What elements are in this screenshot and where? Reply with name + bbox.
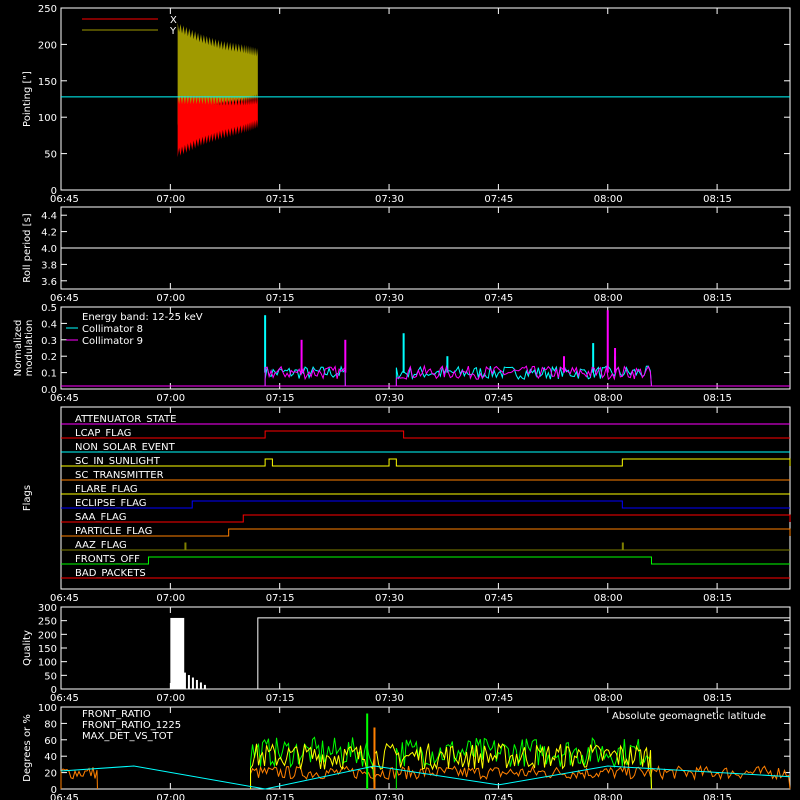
y-tick-label: 250 (38, 617, 57, 628)
y-tick-label: 0.3 (41, 336, 57, 347)
x-tick-label: 08:00 (594, 393, 623, 404)
x-tick-label: 07:30 (375, 793, 404, 800)
x-tick-label: 08:00 (594, 194, 623, 205)
flag-label: FLARE_FLAG (75, 484, 138, 495)
legend-label: X (170, 15, 177, 26)
y-tick-label: 4.2 (41, 228, 57, 239)
x-tick-label: 08:00 (594, 693, 623, 704)
x-tick-label: 07:30 (375, 293, 404, 304)
x-tick-label: 08:15 (703, 393, 732, 404)
y-tick-label: 0.2 (41, 352, 57, 363)
flag-label: FRONTS_OFF (75, 554, 140, 565)
y-tick-label: 0.1 (41, 369, 57, 380)
legend-label: MAX_DET_VS_TOT (82, 731, 174, 742)
x-tick-label: 07:30 (375, 194, 404, 205)
y-tick-label: 150 (38, 644, 57, 655)
y-tick-label: 0 (51, 186, 57, 197)
y-axis-label: Roll period [s] (22, 213, 33, 282)
legend-label: Collimator 9 (82, 336, 143, 347)
y-tick-label: 200 (38, 40, 57, 51)
x-tick-label: 07:30 (375, 693, 404, 704)
y-tick-label: 40 (44, 752, 57, 763)
y-tick-label: 150 (38, 77, 57, 88)
x-tick-label: 08:00 (594, 793, 623, 800)
x-tick-label: 07:45 (484, 293, 513, 304)
legend-label: FRONT_RATIO (82, 709, 151, 720)
y-axis-label: Normalized (13, 320, 24, 377)
x-tick-label: 08:00 (594, 293, 623, 304)
y-axis-label: Flags (22, 485, 33, 511)
y-tick-label: 20 (44, 769, 57, 780)
y-tick-label: 50 (44, 671, 57, 682)
y-tick-label: 0.5 (41, 303, 57, 314)
x-tick-label: 07:00 (156, 393, 185, 404)
y-tick-label: 0.4 (41, 319, 57, 330)
x-tick-label: 07:45 (484, 693, 513, 704)
y-tick-label: 250 (38, 4, 57, 15)
flag-label: LCAP_FLAG (75, 428, 131, 439)
y-tick-label: 0.0 (41, 385, 57, 396)
x-tick-label: 07:15 (266, 293, 295, 304)
flag-label: NON_SOLAR_EVENT (75, 442, 176, 453)
flag-label: AAZ_FLAG (75, 540, 127, 551)
y-tick-label: 80 (44, 719, 57, 730)
legend-label: Collimator 8 (82, 324, 143, 335)
x-tick-label: 07:45 (484, 393, 513, 404)
x-tick-label: 07:45 (484, 593, 513, 604)
y-tick-label: 3.6 (41, 277, 57, 288)
x-tick-label: 08:15 (703, 293, 732, 304)
x-tick-label: 07:45 (484, 793, 513, 800)
flag-label: SC_TRANSMITTER (75, 470, 164, 481)
x-tick-label: 07:00 (156, 793, 185, 800)
flag-label: BAD_PACKETS (75, 568, 146, 579)
y-tick-label: 100 (38, 658, 57, 669)
flag-label: PARTICLE_FLAG (75, 526, 152, 537)
x-tick-label: 08:00 (594, 593, 623, 604)
annotation: Absolute geomagnetic latitude (612, 711, 766, 722)
flag-label: ECLIPSE_FLAG (75, 498, 146, 509)
figure: 06:45 07:00 07:15 07:30 07:45 08:00 08:1505010… (0, 0, 800, 800)
y-axis-label: Degrees or % (22, 714, 33, 782)
x-tick-label: 07:15 (266, 194, 295, 205)
x-tick-label: 08:15 (703, 194, 732, 205)
legend-label: FRONT_RATIO_1225 (82, 720, 181, 731)
flag-label: SAA_FLAG (75, 512, 126, 523)
y-tick-label: 100 (38, 703, 57, 714)
x-tick-label: 08:15 (703, 593, 732, 604)
x-tick-label: 07:00 (156, 593, 185, 604)
legend-title: Energy band: 12-25 keV (82, 312, 203, 323)
y-axis-label: modulation (24, 320, 35, 377)
x-tick-label: 07:45 (484, 194, 513, 205)
x-tick-label: 07:15 (266, 393, 295, 404)
y-tick-label: 200 (38, 630, 57, 641)
y-tick-label: 300 (38, 603, 57, 614)
quality-block (170, 617, 185, 689)
y-tick-label: 100 (38, 113, 57, 124)
y-tick-label: 3.8 (41, 260, 57, 271)
y-tick-label: 0 (51, 785, 57, 796)
y-tick-label: 50 (44, 150, 57, 161)
y-tick-label: 4.0 (41, 244, 57, 255)
legend-label: Y (169, 26, 177, 37)
x-tick-label: 07:15 (266, 593, 295, 604)
x-tick-label: 07:15 (266, 793, 295, 800)
flag-label: SC_IN_SUNLIGHT (75, 456, 161, 467)
x-tick-label: 07:00 (156, 194, 185, 205)
y-axis-label: Quality (22, 630, 33, 666)
y-tick-label: 4.4 (41, 211, 57, 222)
x-tick-label: 07:15 (266, 693, 295, 704)
y-tick-label: 0 (51, 685, 57, 696)
x-tick-label: 07:30 (375, 393, 404, 404)
x-tick-label: 08:15 (703, 693, 732, 704)
x-tick-label: 08:15 (703, 793, 732, 800)
y-tick-label: 60 (44, 736, 57, 747)
flag-label: ATTENUATOR_STATE (75, 414, 176, 425)
x-tick-label: 07:00 (156, 693, 185, 704)
x-tick-label: 07:30 (375, 593, 404, 604)
x-tick-label: 07:00 (156, 293, 185, 304)
y-axis-label: Pointing ["] (22, 71, 33, 127)
